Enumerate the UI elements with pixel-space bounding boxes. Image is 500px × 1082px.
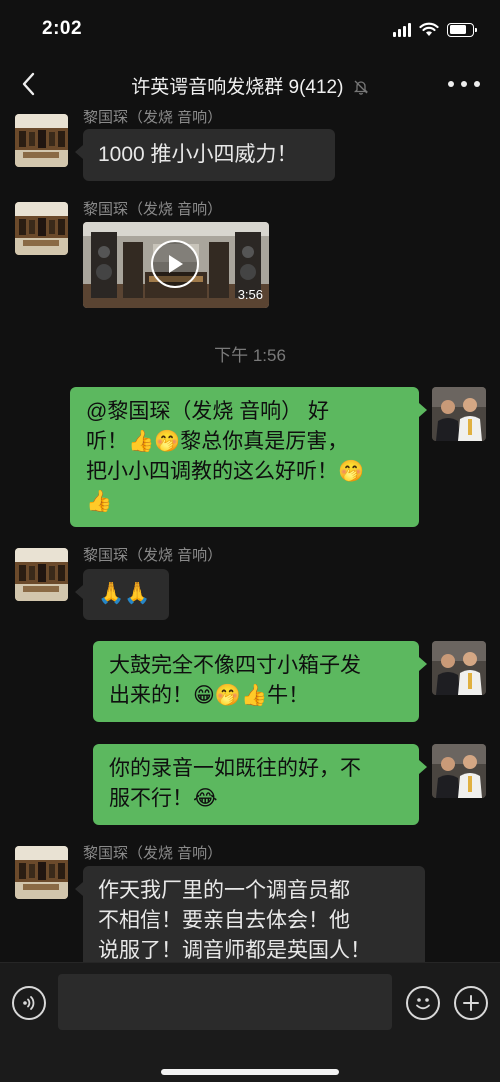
voice-button[interactable] <box>12 986 46 1020</box>
message-line: 把小小四调教的这么好听！🤭 <box>86 460 365 483</box>
avatar[interactable] <box>15 114 68 167</box>
message-line: 说服了！调音师都是英国人！ <box>98 939 371 962</box>
play-button[interactable] <box>151 240 199 288</box>
status-bar: 2:02 <box>0 0 500 58</box>
message-line: 作天我厂里的一个调音员都 <box>98 879 350 902</box>
message-bubble-incoming[interactable]: 1000 推小小四威力！ <box>75 129 335 181</box>
message-bubble-outgoing[interactable]: 大鼓完全不像四寸小箱子发 出来的！😁🤭👍牛！ <box>93 641 427 722</box>
wifi-icon <box>419 22 439 36</box>
message-line: 你的录音一如既往的好，不 <box>109 757 361 780</box>
play-icon <box>169 255 183 273</box>
avatar[interactable] <box>432 744 486 798</box>
message-line: 👍 <box>86 490 113 513</box>
chat-title: 许英谔音响发烧群 9(412) <box>0 72 500 99</box>
video-duration: 3:56 <box>237 287 263 302</box>
chat-area[interactable]: 黎国琛（发烧 音响） 1000 推小小四威力！ 黎国琛（发烧 音响） 3:56 … <box>0 110 500 962</box>
voice-icon <box>23 996 35 1010</box>
message-bubble-incoming[interactable]: 🙏🙏 <box>75 569 169 620</box>
avatar[interactable] <box>432 387 486 441</box>
message-line: 服不行！😂 <box>109 787 218 810</box>
timestamp: 下午 1:56 <box>214 346 286 365</box>
emoji-icon <box>416 998 430 1010</box>
avatar[interactable] <box>432 641 486 695</box>
sender-name: 黎国琛（发烧 音响） <box>83 547 223 564</box>
chat-title-text: 许英谔音响发烧群 9(412) <box>131 77 344 98</box>
plus-button[interactable] <box>454 986 488 1020</box>
message-line: 不相信！要亲自去体会！他 <box>98 909 350 932</box>
video-message[interactable]: 3:56 <box>83 222 269 308</box>
avatar[interactable] <box>15 846 68 899</box>
more-button[interactable] <box>448 74 480 94</box>
nav-bar: 许英谔音响发烧群 9(412) <box>0 58 500 110</box>
message-input[interactable] <box>58 974 392 1030</box>
emoji-button[interactable] <box>406 986 440 1020</box>
status-time: 2:02 <box>42 18 83 39</box>
message-line: @黎国琛（发烧 音响） 好 <box>86 400 329 423</box>
plus-icon <box>463 995 479 1011</box>
home-indicator <box>161 1069 339 1075</box>
message-line: 大鼓完全不像四寸小箱子发 <box>109 654 361 677</box>
message-bubble-incoming[interactable]: 作天我厂里的一个调音员都 不相信！要亲自去体会！他 说服了！调音师都是英国人！ <box>75 866 425 962</box>
sender-name: 黎国琛（发烧 音响） <box>83 201 223 218</box>
sender-name: 黎国琛（发烧 音响） <box>83 845 223 862</box>
signal-icon <box>393 22 411 37</box>
input-bar <box>0 962 500 1082</box>
mute-icon <box>353 80 368 95</box>
status-icons <box>393 22 477 37</box>
message-line: 听！👍🤭黎总你真是厉害， <box>86 430 349 453</box>
avatar[interactable] <box>15 548 68 601</box>
message-bubble-outgoing[interactable]: @黎国琛（发烧 音响） 好 听！👍🤭黎总你真是厉害， 把小小四调教的这么好听！🤭… <box>70 387 427 527</box>
sender-name: 黎国琛（发烧 音响） <box>83 110 223 126</box>
battery-icon <box>447 22 477 37</box>
avatar[interactable] <box>15 202 68 255</box>
message-line: 出来的！😁🤭👍牛！ <box>109 684 310 707</box>
message-bubble-outgoing[interactable]: 你的录音一如既往的好，不 服不行！😂 <box>93 744 427 825</box>
